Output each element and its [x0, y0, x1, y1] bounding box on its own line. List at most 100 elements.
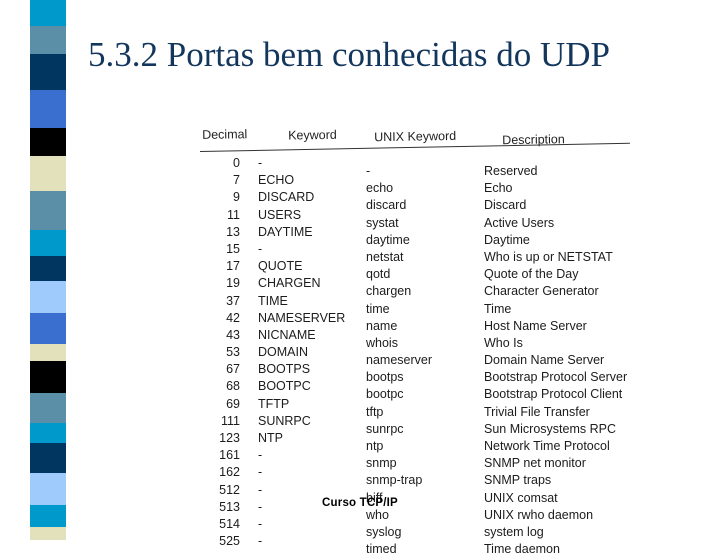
footer-course-label: Curso TCP/IP [322, 497, 398, 509]
strip-block-15 [30, 443, 66, 473]
cell-unix-keyword: who [366, 507, 389, 522]
cell-keyword: SUNRPC [258, 413, 311, 428]
cell-keyword: ECHO [258, 173, 295, 188]
cell-decimal: 11 [227, 207, 240, 222]
cell-description: Character Generator [484, 284, 599, 299]
strip-block-5 [30, 156, 66, 191]
cell-description: Trivial File Transfer [484, 404, 590, 419]
cell-unix-keyword: time [366, 301, 390, 316]
cell-description: system log [484, 524, 544, 539]
cell-description: SNMP net monitor [484, 456, 586, 471]
cell-unix-keyword: echo [366, 181, 394, 196]
cell-description: Bootstrap Protocol Server [484, 370, 628, 385]
cell-decimal: 514 [219, 516, 240, 531]
cell-decimal: 161 [219, 448, 240, 463]
cell-unix-keyword: bootpc [366, 387, 404, 402]
strip-block-2 [30, 54, 66, 90]
strip-block-9 [30, 281, 66, 313]
cell-decimal: 53 [226, 345, 240, 360]
cell-unix-keyword: netstat [366, 249, 404, 264]
cell-decimal: 123 [219, 431, 240, 445]
cell-keyword: QUOTE [258, 259, 303, 274]
strip-block-13 [30, 393, 66, 423]
cell-decimal: 69 [226, 396, 240, 411]
cell-keyword: - [258, 241, 263, 256]
cell-description: Sun Microsystems RPC [484, 421, 616, 436]
strip-block-14 [30, 423, 66, 443]
cell-keyword: NAMESERVER [258, 310, 346, 325]
cell-unix-keyword: syslog [366, 524, 402, 539]
cell-unix-keyword: - [366, 164, 371, 178]
strip-block-4 [30, 128, 66, 156]
cell-decimal: 9 [233, 190, 240, 205]
cell-decimal: 15 [226, 241, 240, 256]
cell-decimal: 0 [233, 156, 240, 170]
cell-description: Reserved [484, 164, 538, 178]
cell-decimal: 42 [226, 310, 240, 325]
cell-description: Who Is [484, 335, 523, 350]
cell-description: Echo [484, 181, 513, 196]
cell-unix-keyword: snmp-trap [366, 473, 423, 488]
strip-block-3 [30, 90, 66, 128]
strip-block-11 [30, 344, 66, 361]
cell-description: Host Name Server [484, 318, 587, 333]
strip-block-10 [30, 313, 66, 344]
cell-keyword: - [258, 516, 263, 531]
cell-description: Network Time Protocol [484, 439, 610, 453]
cell-unix-keyword: qotd [366, 267, 391, 282]
cell-description: Discard [484, 198, 527, 213]
cell-description: Bootstrap Protocol Client [484, 387, 623, 402]
slide-canvas: 5.3.2 Portas bem conhecidas do UDP Decim… [0, 0, 720, 556]
cell-keyword: - [258, 448, 263, 463]
cell-keyword: DISCARD [258, 190, 315, 205]
cell-keyword: DAYTIME [258, 224, 313, 239]
cell-keyword: CHARGEN [258, 276, 321, 291]
cell-unix-keyword: name [366, 318, 398, 333]
well-known-udp-ports-table: Decimal Keyword UNIX Keyword Description… [196, 127, 632, 556]
decorative-color-strip [30, 0, 66, 540]
strip-block-12 [30, 361, 66, 393]
cell-keyword: TIME [258, 293, 288, 308]
cell-unix-keyword: sunrpc [366, 421, 404, 436]
strip-block-7 [30, 230, 66, 256]
cell-decimal: 13 [226, 224, 240, 239]
cell-unix-keyword: nameserver [366, 353, 432, 368]
cell-keyword: BOOTPS [258, 362, 311, 377]
page-title: 5.3.2 Portas bem conhecidas do UDP [88, 35, 611, 74]
cell-decimal: 17 [226, 259, 240, 274]
cell-unix-keyword: snmp [366, 456, 397, 471]
cell-keyword: NTP [258, 431, 283, 445]
cell-keyword: USERS [258, 207, 302, 222]
cell-description: Time daemon [484, 542, 560, 557]
cell-description: Who is up or NETSTAT [484, 249, 613, 264]
cell-decimal: 7 [233, 173, 240, 188]
cell-decimal: 43 [226, 327, 240, 342]
column-header-decimal: Decimal [202, 127, 248, 142]
cell-keyword: - [258, 534, 263, 549]
cell-unix-keyword: tftp [366, 404, 384, 419]
cell-unix-keyword: ntp [366, 439, 384, 453]
cell-keyword: DOMAIN [258, 345, 308, 360]
cell-unix-keyword: chargen [366, 284, 412, 299]
cell-unix-keyword: systat [366, 215, 399, 230]
strip-block-6 [30, 191, 66, 230]
cell-decimal: 68 [226, 379, 240, 394]
cell-description: Quote of the Day [484, 267, 579, 282]
cell-keyword: NICNAME [258, 327, 316, 342]
strip-block-18 [30, 527, 66, 540]
cell-keyword: - [258, 465, 263, 480]
cell-unix-keyword: daytime [366, 232, 410, 247]
cell-decimal: 67 [226, 362, 240, 377]
cell-description: Active Users [484, 215, 555, 230]
strip-block-0 [30, 0, 66, 26]
cell-unix-keyword: discard [366, 198, 407, 213]
cell-unix-keyword: whois [366, 335, 398, 350]
cell-keyword: TFTP [258, 396, 290, 411]
cell-description: Domain Name Server [484, 353, 605, 368]
cell-decimal: 162 [219, 465, 240, 480]
strip-block-1 [30, 26, 66, 54]
cell-keyword: - [258, 156, 263, 170]
column-header-keyword: Keyword [288, 127, 337, 143]
column-header-unix-keyword: UNIX Keyword [374, 128, 457, 145]
cell-decimal: 37 [226, 293, 240, 308]
